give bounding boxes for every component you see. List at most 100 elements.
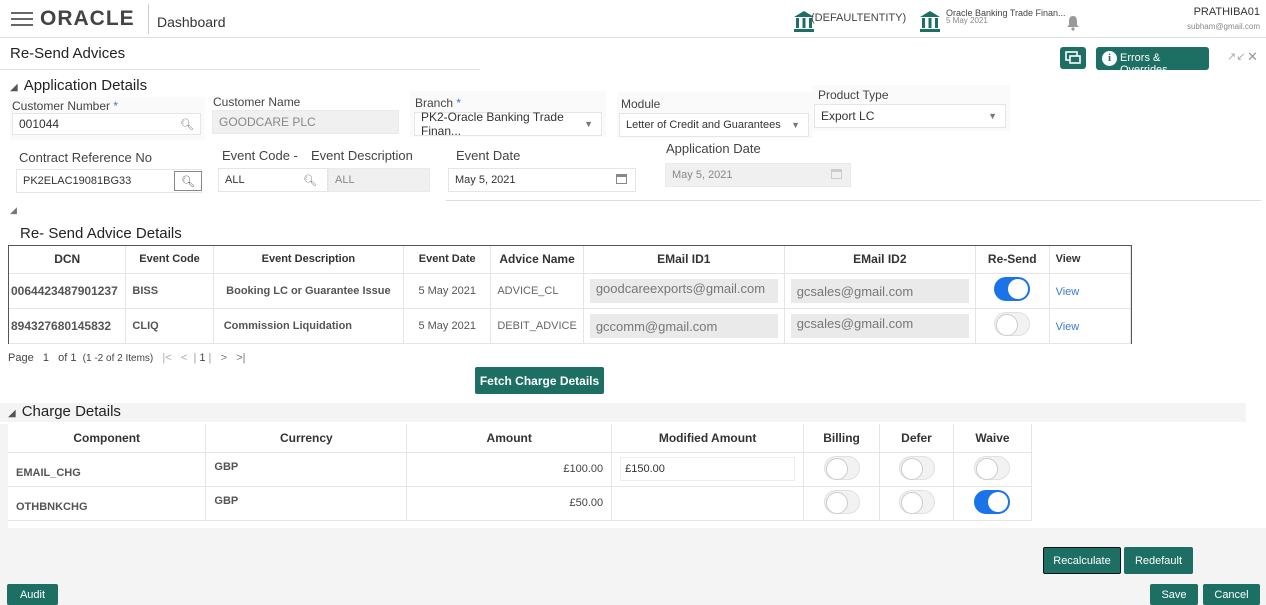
event-description-field: ALL xyxy=(328,168,430,192)
component-cell: EMAIL_CHG xyxy=(8,452,207,487)
close-icon[interactable]: ✕ xyxy=(1247,49,1258,65)
contract-search-button[interactable]: 🔍︎ xyxy=(174,171,202,191)
col-header[interactable]: Modified Amount xyxy=(611,424,805,453)
branch-bank-icon[interactable] xyxy=(918,10,942,32)
save-button[interactable]: Save xyxy=(1150,584,1198,605)
notification-bell-icon[interactable] xyxy=(1066,15,1080,31)
defer-cell xyxy=(879,486,954,521)
resend-toggle[interactable] xyxy=(994,312,1031,336)
event-description-label: Event Description xyxy=(311,148,413,163)
errors-overrides-button[interactable]: i Errors & Overrides xyxy=(1096,47,1209,76)
application-date-value: May 5, 2021 xyxy=(672,169,733,181)
errors-overrides-label: Errors & Overrides xyxy=(1120,52,1168,76)
event-code-input[interactable]: ALL 🔍︎ xyxy=(218,168,328,192)
view-cell: View xyxy=(1049,273,1132,309)
resend-toggle[interactable] xyxy=(994,277,1031,301)
calendar-icon[interactable] xyxy=(616,174,627,184)
col-header[interactable]: Re-Send xyxy=(975,246,1050,274)
module-group: Module Letter of Credit and Guarantees ▼ xyxy=(617,92,813,138)
branch-select[interactable]: PK2-Oracle Banking Trade Finan... ▼ xyxy=(414,110,602,138)
event-date-input[interactable]: May 5, 2021 xyxy=(448,168,636,192)
email1-input[interactable]: goodcareexports@gmail.com xyxy=(589,278,778,303)
modified-amount-cell: £150.00 xyxy=(611,452,805,487)
product-type-select[interactable]: Export LC ▼ xyxy=(814,104,1006,128)
branch-value: PK2-Oracle Banking Trade Finan... xyxy=(421,110,564,138)
view-link[interactable]: View xyxy=(1056,286,1080,298)
col-header[interactable]: Defer xyxy=(879,424,954,453)
next-page-icon[interactable]: > xyxy=(221,352,227,364)
table-row: OTHBNKCHG GBP £50.00 xyxy=(8,486,1033,521)
search-icon[interactable]: 🔍︎ xyxy=(180,118,194,131)
col-header[interactable]: Event Description xyxy=(213,246,405,274)
currency-cell: GBP xyxy=(205,452,408,487)
audit-button[interactable]: Audit xyxy=(7,584,58,605)
branch-group: Branch * PK2-Oracle Banking Trade Finan.… xyxy=(410,91,606,138)
billing-cell xyxy=(803,486,881,521)
col-header[interactable]: Waive xyxy=(953,424,1033,453)
messages-button[interactable] xyxy=(1060,47,1086,69)
billing-toggle[interactable] xyxy=(823,455,860,480)
email2-cell: gcsales@gmail.com xyxy=(784,308,976,344)
total-pages: 1 xyxy=(70,352,77,364)
recalculate-button[interactable]: Recalculate xyxy=(1043,547,1121,574)
col-header[interactable]: Advice Name xyxy=(490,246,584,274)
billing-toggle[interactable] xyxy=(823,489,860,514)
page-number[interactable]: 1 xyxy=(43,352,49,364)
col-header[interactable]: EMail ID2 xyxy=(784,246,976,274)
event-code-cell: BISS xyxy=(125,273,214,309)
fetch-charge-details-button[interactable]: Fetch Charge Details xyxy=(475,367,604,394)
defer-cell xyxy=(879,452,954,487)
expand-icon[interactable]: ↗↙ xyxy=(1227,50,1245,63)
advice-name-cell: DEBIT_ADVICE xyxy=(490,308,584,344)
entity-label[interactable]: (DEFAULTENTITY) xyxy=(811,12,906,24)
charge-details-header[interactable]: ◢ Charge Details xyxy=(8,403,121,420)
application-details-header[interactable]: ◢ Application Details xyxy=(10,77,147,94)
amount-cell: £50.00 xyxy=(406,486,613,521)
collapse-triangle-icon[interactable]: ◢ xyxy=(10,205,17,216)
dcn-cell: 0064423487901237 xyxy=(9,273,127,309)
col-header[interactable]: Currency xyxy=(205,424,408,453)
col-header[interactable]: Billing xyxy=(803,424,881,453)
event-date-cell: 5 May 2021 xyxy=(403,273,492,309)
redefault-button[interactable]: Redefault xyxy=(1124,547,1193,574)
hamburger-menu-icon[interactable] xyxy=(11,8,33,28)
chat-icon xyxy=(1065,51,1081,64)
app-title[interactable]: Dashboard xyxy=(157,14,226,30)
col-header[interactable]: EMail ID1 xyxy=(583,246,785,274)
first-page-icon[interactable]: |< xyxy=(162,352,171,364)
top-bar: ORACLE Dashboard (DEFAULTENTITY) Oracle … xyxy=(0,0,1266,38)
collapse-triangle-icon: ◢ xyxy=(8,408,16,419)
col-header[interactable]: View xyxy=(1049,246,1132,274)
email2-input[interactable]: gcsales@gmail.com xyxy=(790,278,969,303)
email2-input[interactable]: gcsales@gmail.com xyxy=(790,313,969,338)
user-name[interactable]: PRATHIBA01 xyxy=(1194,6,1260,18)
section-title: Charge Details xyxy=(21,403,121,420)
divider xyxy=(446,200,1261,201)
col-header[interactable]: Component xyxy=(8,424,207,453)
col-header[interactable]: Amount xyxy=(406,424,613,453)
event-date-label: Event Date xyxy=(456,148,521,163)
col-header[interactable]: Event Date xyxy=(403,246,492,274)
customer-number-input[interactable]: 001044 🔍︎ xyxy=(12,113,201,135)
waive-toggle[interactable] xyxy=(974,455,1011,480)
defer-toggle[interactable] xyxy=(898,489,935,514)
search-icon[interactable]: 🔍︎ xyxy=(303,174,317,187)
prev-page-icon[interactable]: < xyxy=(181,352,187,364)
cancel-button[interactable]: Cancel xyxy=(1203,584,1260,605)
calendar-icon xyxy=(831,169,842,179)
resend-cell xyxy=(975,273,1050,309)
info-icon: i xyxy=(1102,51,1117,66)
email1-input[interactable]: gccomm@gmail.com xyxy=(589,313,778,338)
view-link[interactable]: View xyxy=(1056,321,1080,333)
col-header[interactable]: Event Code xyxy=(125,246,214,274)
last-page-icon[interactable]: >| xyxy=(236,352,245,364)
col-header[interactable]: DCN xyxy=(9,246,127,274)
defer-toggle[interactable] xyxy=(898,455,935,480)
modified-amount-input[interactable]: £150.00 xyxy=(620,457,796,481)
waive-toggle[interactable] xyxy=(974,489,1011,514)
table-row: 894327680145832 CLIQ Commission Liquidat… xyxy=(9,308,1132,344)
current-page[interactable]: 1 xyxy=(199,352,205,364)
application-date-field: May 5, 2021 xyxy=(665,163,851,187)
module-select[interactable]: Letter of Credit and Guarantees ▼ xyxy=(619,113,809,137)
modified-amount-input[interactable] xyxy=(620,491,795,515)
